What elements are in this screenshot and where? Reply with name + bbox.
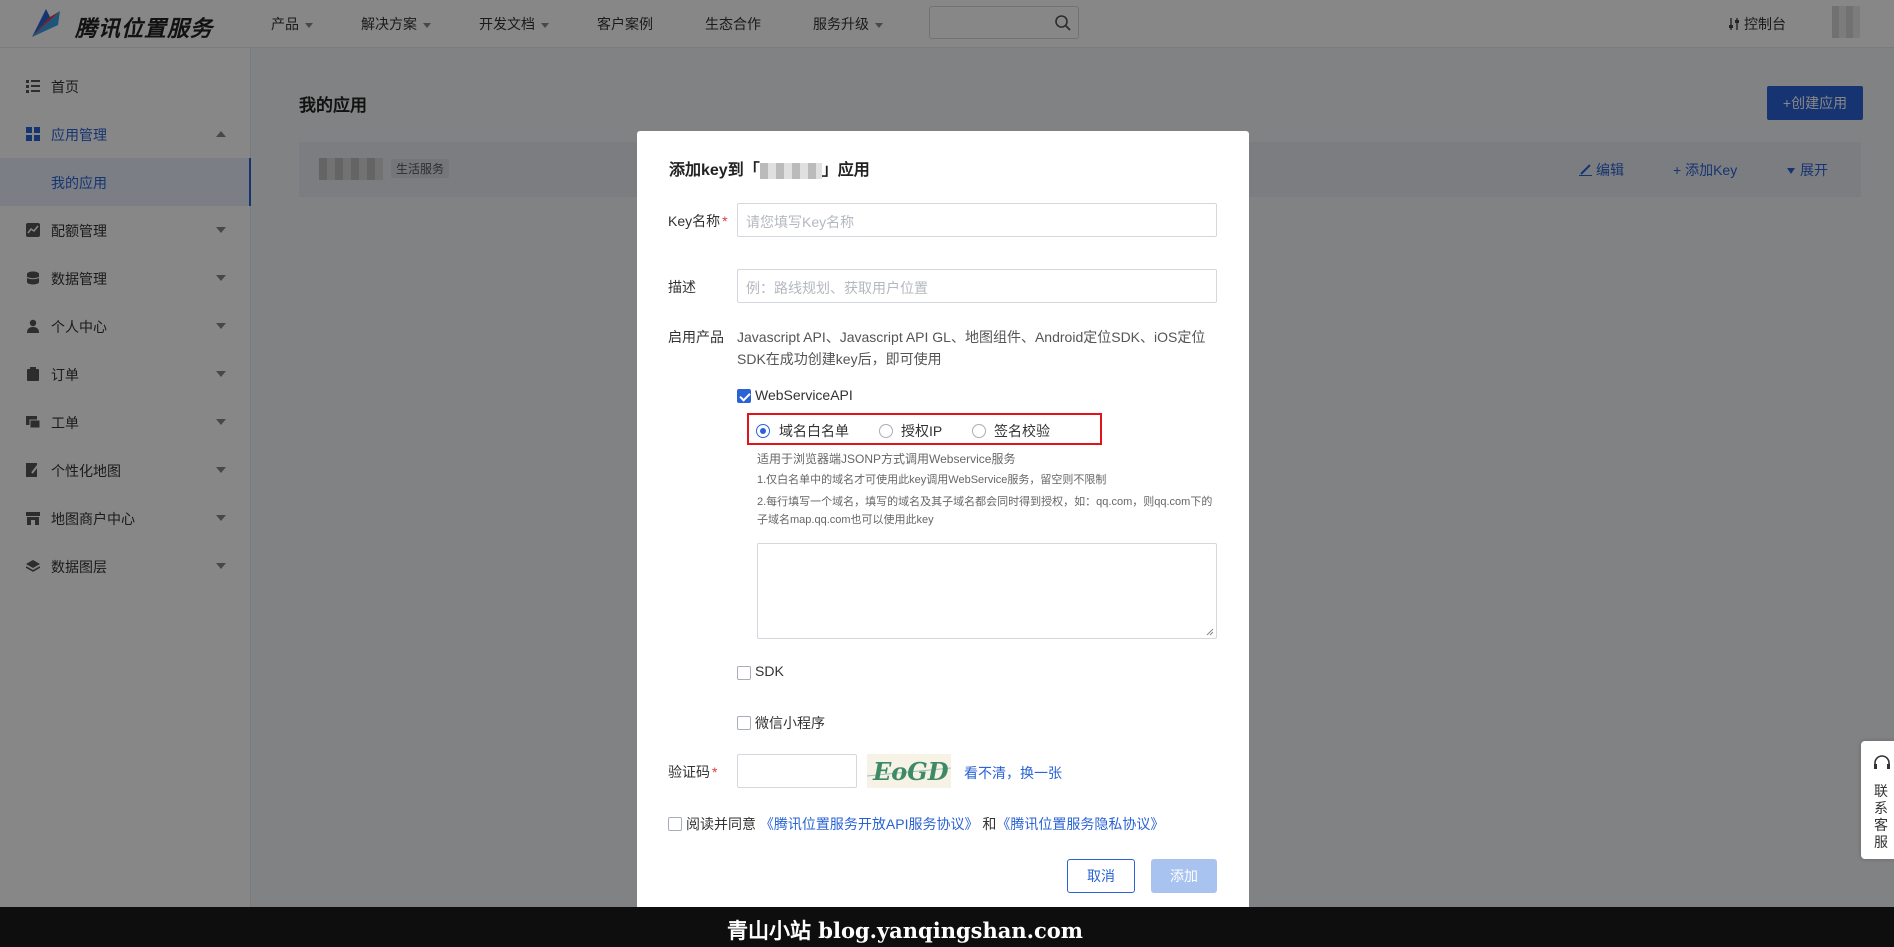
sdk-checkbox[interactable]: [737, 666, 751, 680]
watermark-text: 青山小站 blog.yanqingshan.com: [727, 918, 1083, 943]
captcha-image[interactable]: EoGD: [866, 754, 952, 788]
api-agreement-link[interactable]: 《腾讯位置服务开放API服务协议》: [760, 816, 979, 832]
products-label: 启用产品: [668, 329, 724, 345]
app-name-redacted: [759, 162, 822, 179]
webservice-checkbox[interactable]: [737, 389, 751, 403]
description-label: 描述: [668, 279, 696, 295]
radio-signature[interactable]: [972, 424, 986, 438]
cancel-button[interactable]: 取消: [1067, 859, 1135, 893]
add-button[interactable]: 添加: [1151, 859, 1217, 893]
radio-authorized-ip-label[interactable]: 授权IP: [901, 421, 942, 441]
radio-authorized-ip[interactable]: [879, 424, 893, 438]
miniprogram-checkbox[interactable]: [737, 716, 751, 730]
headset-icon: [1874, 755, 1890, 769]
radio-domain-whitelist[interactable]: [756, 424, 770, 438]
agreement-checkbox[interactable]: [668, 817, 682, 831]
hint-title: 适用于浏览器端JSONP方式调用Webservice服务: [757, 452, 1016, 466]
domain-whitelist-textarea[interactable]: [757, 543, 1217, 639]
add-key-dialog: 添加key到「 」应用 Key名称 * 请您填写Key名称 描述 例：路线规划、获取…: [637, 131, 1249, 911]
hint-rule-2: 2.每行填写一个域名，填写的域名及其子域名都会同时得到授权，如：qq.com，则…: [757, 496, 1213, 526]
miniprogram-label: 微信小程序: [755, 715, 825, 731]
captcha-refresh-link[interactable]: 看不清，换一张: [964, 763, 1062, 783]
dialog-title: 添加key到「 」应用: [669, 162, 870, 179]
watermark-bar: 青山小站 blog.yanqingshan.com: [0, 907, 1894, 947]
agreement-row: 阅读并同意 《腾讯位置服务开放API服务协议》 和《腾讯位置服务隐私协议》: [668, 814, 1164, 834]
radio-signature-label[interactable]: 签名校验: [994, 421, 1050, 441]
privacy-agreement-link[interactable]: 《腾讯位置服务隐私协议》: [996, 816, 1164, 832]
hint-rule-1: 1.仅白名单中的域名才可使用此key调用WebService服务，留空则不限制: [757, 474, 1107, 486]
radio-domain-whitelist-label[interactable]: 域名白名单: [779, 421, 849, 441]
key-name-input[interactable]: 请您填写Key名称: [737, 203, 1217, 237]
svg-text:EoGD: EoGD: [872, 757, 949, 786]
contact-support-button[interactable]: 联系客服: [1861, 741, 1894, 859]
resize-handle-icon[interactable]: [1206, 628, 1214, 636]
captcha-input[interactable]: [737, 754, 857, 788]
key-name-label: Key名称 *: [668, 213, 728, 229]
captcha-label: 验证码 *: [668, 764, 718, 780]
products-description: Javascript API、Javascript API GL、地图组件、An…: [737, 329, 1206, 367]
description-input[interactable]: 例：路线规划、获取用户位置: [737, 269, 1217, 303]
webservice-label: WebServiceAPI: [755, 387, 853, 403]
auth-mode-radio-group: 域名白名单 授权IP 签名校验: [747, 413, 1102, 445]
sdk-label: SDK: [755, 663, 784, 679]
